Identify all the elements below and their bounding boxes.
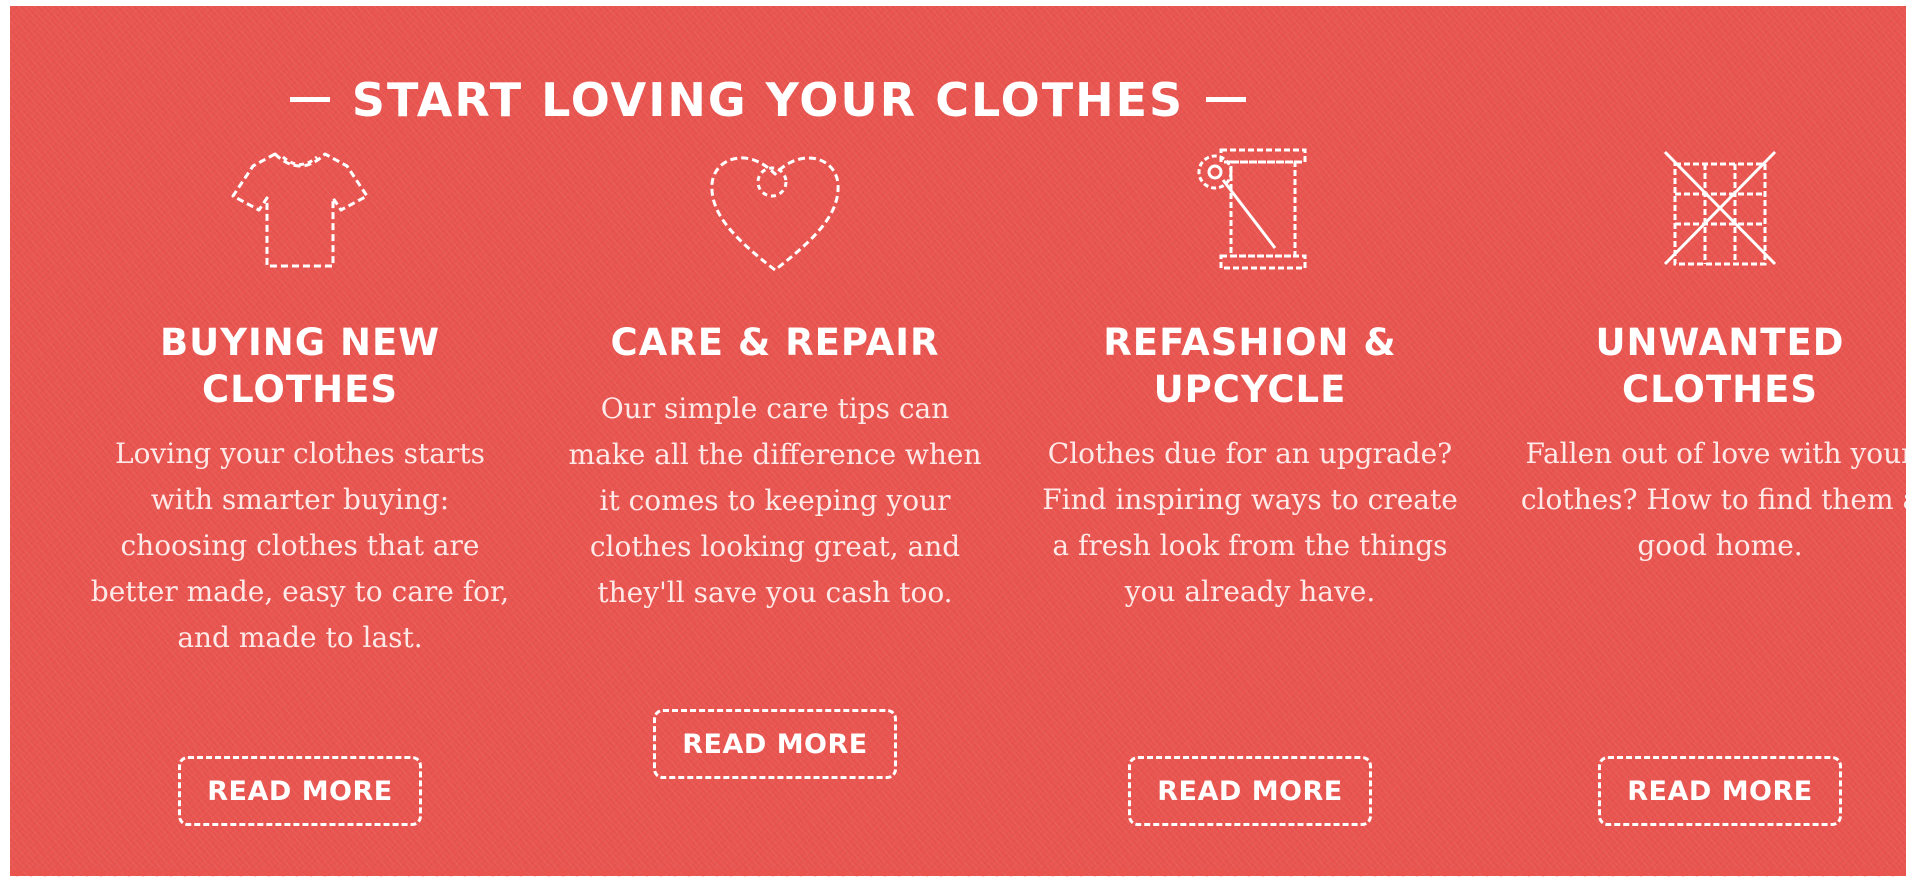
card-buying-new-clothes: BUYING NEW CLOTHES Loving your clothes s…: [90, 144, 510, 826]
clothes-banner: START LOVING YOUR CLOTHES BUYING NEW CLO…: [10, 6, 1906, 876]
thread-spool-icon: [1197, 148, 1307, 270]
card-description: Clothes due for an upgrade? Find inspiri…: [1042, 437, 1458, 608]
read-more-button-unwanted[interactable]: READ MORE: [1598, 756, 1842, 826]
card-description: Our simple care tips can make all the di…: [568, 392, 982, 609]
card-title: REFASHION & UPCYCLE: [1103, 321, 1397, 411]
section-title: START LOVING YOUR CLOTHES: [351, 72, 1185, 127]
read-more-button-refashion[interactable]: READ MORE: [1128, 756, 1372, 826]
read-more-button-buying[interactable]: READ MORE: [178, 756, 422, 826]
card-description: Loving your clothes starts with smarter …: [90, 437, 510, 654]
heading-dash-left: [289, 96, 330, 102]
section-heading: START LOVING YOUR CLOTHES: [10, 73, 1526, 127]
card-title: UNWANTED CLOTHES: [1595, 321, 1845, 411]
t-shirt-icon: [231, 152, 369, 268]
heart-icon: [710, 156, 840, 272]
card-care-repair: CARE & REPAIR Our simple care tips can m…: [565, 144, 985, 779]
card-description: Fallen out of love with your clothes? Ho…: [1520, 437, 1906, 562]
read-more-button-care[interactable]: READ MORE: [653, 709, 897, 779]
card-unwanted-clothes: UNWANTED CLOTHES Fallen out of love with…: [1510, 144, 1906, 826]
card-title: BUYING NEW CLOTHES: [159, 321, 441, 411]
card-refashion-upcycle: REFASHION & UPCYCLE Clothes due for an u…: [1040, 144, 1460, 826]
crossed-out-basket-icon: [1663, 150, 1777, 266]
card-title: CARE & REPAIR: [610, 321, 940, 364]
heading-dash-right: [1206, 96, 1247, 102]
scalloped-edge: [10, 870, 1906, 884]
